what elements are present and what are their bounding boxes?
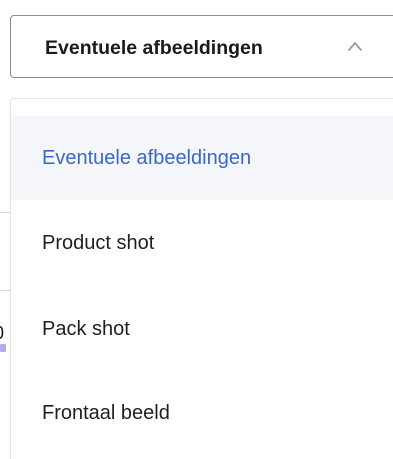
image-type-select[interactable]: Eventuele afbeeldingen: [10, 15, 393, 78]
chevron-up-icon: [348, 42, 362, 51]
option-frontaal-beeld[interactable]: Frontaal beeld: [11, 371, 393, 455]
background-content-fragment: 0: [0, 324, 10, 352]
option-product-shot[interactable]: Product shot: [11, 201, 393, 285]
select-current-value: Eventuele afbeeldingen: [45, 37, 263, 59]
background-text-fragment: 0: [0, 324, 4, 342]
select-dropdown-list: Eventuele afbeeldingen Product shot Pack…: [10, 98, 393, 459]
background-tag-fragment: [0, 344, 6, 352]
option-pack-shot[interactable]: Pack shot: [11, 287, 393, 371]
option-eventuele-afbeeldingen[interactable]: Eventuele afbeeldingen: [11, 116, 393, 200]
viewport: 0 Eventuele afbeeldingen Eventuele afbee…: [0, 0, 393, 459]
